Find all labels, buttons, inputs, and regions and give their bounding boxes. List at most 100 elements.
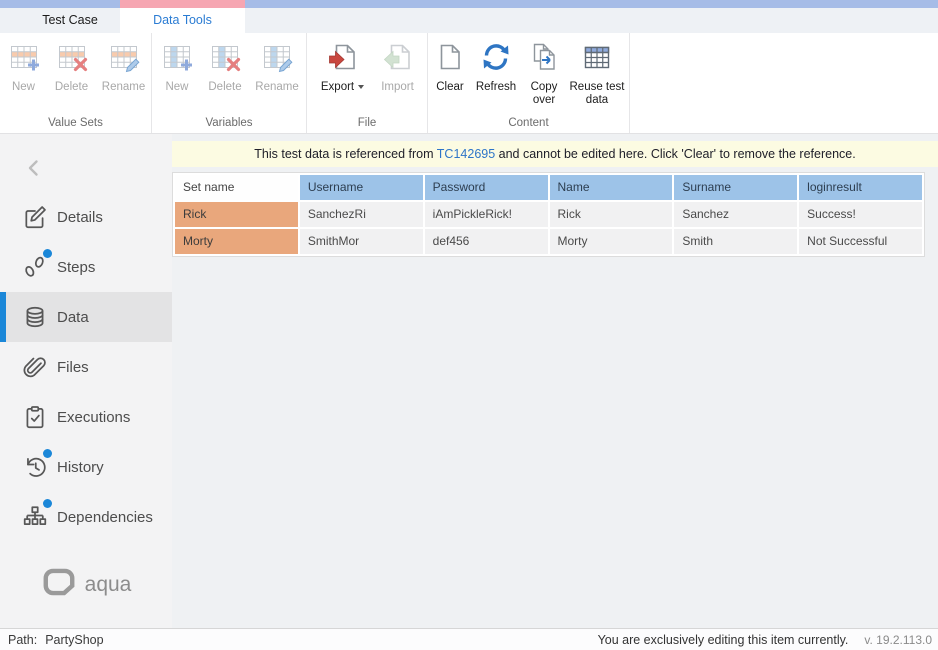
active-tab-accent — [120, 0, 245, 8]
copy-over-button[interactable]: Copy over — [523, 41, 565, 108]
reference-notice-bar: This test data is referenced from TC1426… — [172, 141, 938, 167]
group-label-content: Content — [428, 117, 629, 129]
paperclip-icon — [22, 354, 48, 380]
column-header-username[interactable]: Username — [300, 175, 423, 200]
edit-icon — [22, 204, 48, 230]
table-cell[interactable]: SmithMor — [300, 229, 423, 254]
import-page-icon — [382, 41, 414, 81]
sidebar-item-label: Data — [57, 309, 89, 326]
notification-dot — [43, 249, 52, 258]
path-label: Path: — [8, 633, 37, 647]
ribbon-group-value-sets: New Delete — [0, 33, 152, 133]
row-header-cell[interactable]: Morty — [175, 229, 298, 254]
ribbon-group-file: Export Import File — [307, 33, 428, 133]
export-page-icon — [327, 41, 359, 81]
dropdown-caret-icon — [358, 85, 364, 89]
table-cell[interactable]: Morty — [550, 229, 673, 254]
tab-test-case[interactable]: Test Case — [20, 8, 120, 33]
notification-dot — [43, 449, 52, 458]
value-sets-delete-button[interactable]: Delete — [49, 41, 95, 94]
import-button[interactable]: Import — [375, 41, 421, 94]
column-header-loginresult[interactable]: loginresult — [799, 175, 922, 200]
refresh-button[interactable]: Refresh — [472, 41, 520, 94]
app-window: Test Case Data Tools New — [0, 0, 938, 650]
sidebar-item-label: Files — [57, 359, 89, 376]
group-label-value-sets: Value Sets — [0, 117, 151, 129]
value-sets-new-button[interactable]: New — [2, 41, 46, 94]
top-strip — [0, 0, 938, 8]
table-cell[interactable]: Smith — [674, 229, 797, 254]
test-case-link[interactable]: TC142695 — [437, 147, 495, 161]
table-row-delete-icon — [56, 41, 88, 81]
table-row-add-icon — [8, 41, 40, 81]
aqua-logo-text: aqua — [85, 573, 132, 597]
notice-text: and cannot be edited here. Click 'Clear'… — [495, 147, 856, 161]
column-header-name[interactable]: Name — [550, 175, 673, 200]
sidebar-item-executions[interactable]: Executions — [0, 392, 172, 442]
sidebar-item-history[interactable]: History — [0, 442, 172, 492]
aqua-logo-icon — [41, 567, 77, 602]
group-label-file: File — [307, 117, 427, 129]
sidebar-item-label: Dependencies — [57, 509, 153, 526]
sidebar-item-steps[interactable]: Steps — [0, 242, 172, 292]
aqua-brand: aqua — [0, 567, 172, 602]
tab-data-tools[interactable]: Data Tools — [120, 8, 245, 33]
table-cell[interactable]: Not Successful — [799, 229, 922, 254]
sidebar-item-dependencies[interactable]: Dependencies — [0, 492, 172, 542]
footsteps-icon — [22, 254, 48, 280]
variables-rename-button[interactable]: Rename — [251, 41, 303, 94]
database-icon — [22, 304, 48, 330]
status-bar: Path: PartyShop You are exclusively edit… — [0, 628, 938, 650]
group-label-variables: Variables — [152, 117, 306, 129]
table-cell[interactable]: def456 — [425, 229, 548, 254]
ribbon-group-content: Clear Refresh — [428, 33, 630, 133]
column-header-set-name[interactable]: Set name — [175, 175, 298, 200]
refresh-icon — [480, 41, 512, 81]
table-cell[interactable]: SanchezRi — [300, 202, 423, 227]
sidebar-item-details[interactable]: Details — [0, 192, 172, 242]
variables-delete-button[interactable]: Delete — [202, 41, 248, 94]
ribbon-group-variables: New Delete — [152, 33, 307, 133]
table-column-rename-icon — [261, 41, 293, 81]
table-column-delete-icon — [209, 41, 241, 81]
notification-dot — [43, 499, 52, 508]
ribbon: New Delete — [0, 33, 938, 134]
table-cell[interactable]: Rick — [550, 202, 673, 227]
ribbon-tab-bar: Test Case Data Tools — [0, 8, 938, 33]
copy-pages-icon — [528, 41, 560, 81]
sidebar-item-label: Executions — [57, 409, 130, 426]
table-cell[interactable]: Success! — [799, 202, 922, 227]
blank-page-icon — [434, 41, 466, 81]
table-cell[interactable]: Sanchez — [674, 202, 797, 227]
variables-new-button[interactable]: New — [155, 41, 199, 94]
version-label: v. 19.2.113.0 — [864, 633, 932, 647]
sidebar-item-files[interactable]: Files — [0, 342, 172, 392]
path-value: PartyShop — [45, 633, 103, 647]
clear-button[interactable]: Clear — [431, 41, 469, 94]
sidebar-item-label: Steps — [57, 259, 95, 276]
export-button[interactable]: Export — [314, 41, 372, 94]
value-sets-rename-button[interactable]: Rename — [98, 41, 150, 94]
sidebar-nav: Details Steps D — [0, 192, 172, 542]
row-header-cell[interactable]: Rick — [175, 202, 298, 227]
table-row-rename-icon — [108, 41, 140, 81]
column-header-password[interactable]: Password — [425, 175, 548, 200]
sidebar-item-data[interactable]: Data — [0, 292, 172, 342]
sidebar-item-label: History — [57, 459, 104, 476]
hierarchy-icon — [22, 504, 48, 530]
reuse-test-data-button[interactable]: Reuse test data — [568, 41, 626, 108]
table-cell[interactable]: iAmPickleRick! — [425, 202, 548, 227]
clipboard-icon — [22, 404, 48, 430]
collapse-sidebar-button[interactable] — [22, 156, 46, 180]
main-content: This test data is referenced from TC1426… — [172, 134, 938, 628]
table-column-add-icon — [161, 41, 193, 81]
editing-lock-message: You are exclusively editing this item cu… — [598, 633, 849, 647]
sidebar-item-label: Details — [57, 209, 103, 226]
test-data-table: Set name Username Password Name Surname … — [172, 172, 925, 257]
reuse-table-icon — [581, 41, 613, 81]
history-icon — [22, 454, 48, 480]
sidebar: Details Steps D — [0, 134, 172, 628]
column-header-surname[interactable]: Surname — [674, 175, 797, 200]
chevron-left-icon — [22, 167, 46, 184]
notice-text: This test data is referenced from — [254, 147, 437, 161]
